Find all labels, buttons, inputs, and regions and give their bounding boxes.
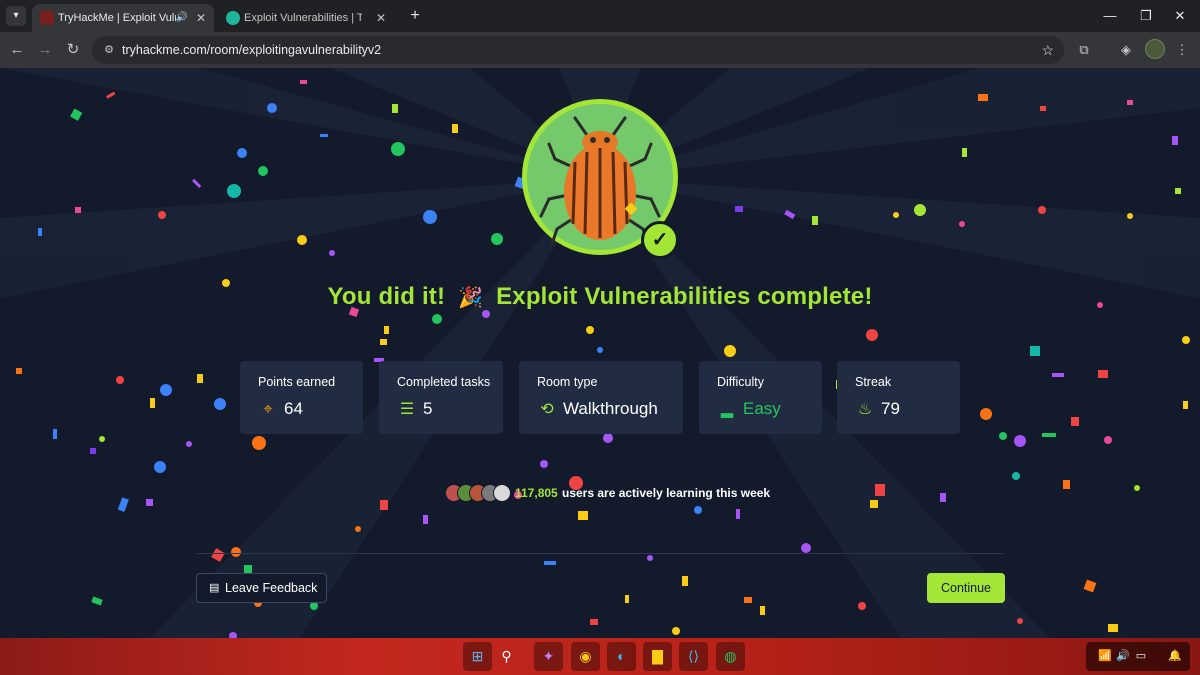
stat-label: Difficulty	[717, 375, 765, 389]
split-view-icon[interactable]: ◈	[1116, 40, 1136, 60]
back-button[interactable]: ←	[5, 38, 29, 62]
stat-label: Points earned	[258, 375, 336, 389]
task-list-icon: ☰	[399, 401, 415, 418]
stat-value: 5	[423, 399, 433, 418]
file-explorer-icon[interactable]: ▇	[643, 642, 672, 671]
party-popper-icon: 🎉	[458, 287, 484, 309]
copilot-icon[interactable]: ✦	[534, 642, 563, 671]
bookmark-star-icon[interactable]: ☆	[1041, 36, 1054, 64]
stat-label: Room type	[537, 375, 598, 389]
stat-value: Walkthrough	[563, 399, 658, 418]
stat-card-completed-tasks: Completed tasks ☰ 5	[379, 361, 503, 434]
extensions-icon[interactable]: ⧉	[1074, 40, 1094, 60]
stat-card-points: Points earned ⌖ 64	[240, 361, 363, 434]
chrome-icon[interactable]: ◉	[571, 642, 600, 671]
stat-value: Easy	[743, 399, 781, 418]
close-tab-icon[interactable]: ✕	[376, 4, 386, 32]
url-text: tryhackme.com/room/exploitingavulnerabil…	[122, 43, 382, 57]
stat-card-room-type: Room type ⟲ Walkthrough	[519, 361, 683, 434]
avatar	[493, 484, 511, 502]
stat-value: 79	[881, 399, 900, 418]
feedback-icon: ▤	[209, 582, 220, 594]
browser-toolbar: ← → ↻ ⚙ tryhackme.com/room/exploitingavu…	[0, 32, 1200, 68]
wifi-icon[interactable]: 📶	[1096, 642, 1114, 671]
headline-room-complete: Exploit Vulnerabilities complete!	[496, 283, 873, 310]
difficulty-bars-icon: ▂	[720, 401, 734, 418]
speaker-icon[interactable]: 🔊	[176, 4, 188, 32]
reload-button[interactable]: ↻	[61, 38, 85, 62]
learners-count: 117,805	[515, 486, 558, 500]
minimize-button[interactable]: —	[1090, 0, 1130, 32]
stat-label: Completed tasks	[397, 375, 491, 389]
leave-feedback-label: Leave Feedback	[225, 581, 318, 595]
stat-card-streak: Streak ♨ 79	[837, 361, 960, 434]
browser-tab-1[interactable]: TryHackMe | Exploit Vulnera 🔊 ✕	[32, 4, 214, 32]
start-icon[interactable]: ⊞	[463, 642, 492, 671]
volume-icon[interactable]: 🔊	[1114, 642, 1132, 671]
stat-label: Streak	[855, 375, 892, 389]
forward-button[interactable]: →	[33, 38, 57, 62]
spotify-icon[interactable]: ◍	[716, 642, 745, 671]
menu-icon[interactable]: ⋮	[1172, 40, 1192, 60]
stat-value: 64	[284, 399, 303, 418]
learners-text: users are actively learning this week	[562, 486, 771, 500]
close-tab-icon[interactable]: ✕	[196, 4, 206, 32]
profile-avatar[interactable]	[1145, 39, 1165, 59]
completion-page: ✓ You did it! 🎉 Exploit Vulnerabilities …	[0, 68, 1200, 638]
tab-title: TryHackMe | Exploit Vulnera	[58, 12, 176, 24]
tab-search-button[interactable]: ▾	[6, 6, 26, 26]
tab-title: Exploit Vulnerabilities | TryHack	[244, 12, 362, 24]
browser-tab-2[interactable]: Exploit Vulnerabilities | TryHack ✕	[218, 4, 394, 32]
continue-button[interactable]: Continue	[927, 573, 1005, 603]
battery-icon[interactable]: ▭	[1132, 642, 1150, 671]
close-window-button[interactable]: ✕	[1160, 0, 1200, 32]
completed-check-icon: ✓	[641, 221, 679, 259]
target-icon: ⌖	[263, 401, 273, 418]
completion-headline: You did it! 🎉 Exploit Vulnerabilities co…	[0, 283, 1200, 311]
windows-taskbar: ⊞ ⚲ ✦ ◉ ◐ ▇ ⟨⟩ ◍ 📶 🔊 ▭ 🔔	[0, 638, 1200, 675]
tryhackme-favicon-icon	[40, 11, 54, 25]
address-bar[interactable]: ⚙ tryhackme.com/room/exploitingavulnerab…	[92, 36, 1064, 64]
headline-prefix: You did it!	[327, 283, 446, 310]
divider	[196, 553, 1004, 554]
browser-tab-bar: ▾ TryHackMe | Exploit Vulnera 🔊 ✕ Exploi…	[0, 0, 1200, 32]
new-tab-button[interactable]: +	[404, 5, 426, 27]
tryhackme-favicon-icon	[226, 11, 240, 25]
vscode-icon[interactable]: ⟨⟩	[679, 642, 708, 671]
site-info-icon[interactable]: ⚙	[100, 41, 118, 59]
edge-icon[interactable]: ◐	[607, 642, 636, 671]
stat-card-difficulty: Difficulty ▂ Easy	[699, 361, 822, 434]
search-icon[interactable]: ⚲	[492, 642, 521, 671]
system-tray[interactable]: 📶 🔊 ▭ 🔔	[1086, 642, 1190, 671]
leave-feedback-button[interactable]: ▤ Leave Feedback	[196, 573, 327, 603]
flame-icon: ♨	[857, 401, 873, 418]
walkthrough-path-icon: ⟲	[540, 401, 554, 418]
notification-bell-icon[interactable]: 🔔	[1166, 642, 1184, 671]
